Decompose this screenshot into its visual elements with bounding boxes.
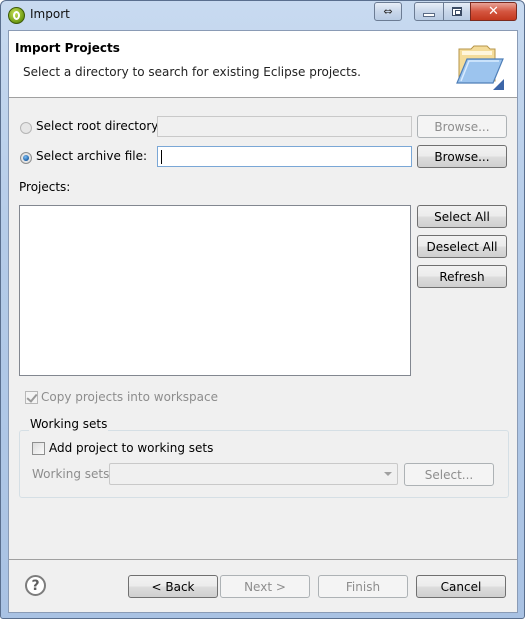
- projects-list[interactable]: [19, 205, 411, 376]
- next-button[interactable]: Next >: [220, 575, 310, 598]
- archive-file-label: Select archive file:: [36, 149, 148, 163]
- wizard-page-title: Import Projects: [15, 41, 120, 55]
- select-all-button[interactable]: Select All: [417, 205, 507, 228]
- archive-file-radio[interactable]: [20, 152, 32, 164]
- open-folder-icon: [456, 45, 504, 90]
- back-button[interactable]: < Back: [128, 575, 218, 598]
- close-icon: ✕: [488, 4, 499, 19]
- working-sets-field-label: Working sets:: [32, 467, 114, 481]
- deselect-all-button[interactable]: Deselect All: [417, 235, 507, 258]
- help-icon[interactable]: ?: [25, 575, 46, 596]
- chevron-down-icon: [384, 472, 392, 476]
- root-directory-label: Select root directory:: [36, 119, 162, 133]
- archive-file-browse-button[interactable]: Browse...: [417, 145, 507, 168]
- root-directory-radio[interactable]: [20, 122, 32, 134]
- wizard-banner: Import Projects Select a directory to se…: [9, 31, 517, 98]
- copy-into-workspace-checkbox[interactable]: [25, 391, 38, 404]
- finish-button[interactable]: Finish: [318, 575, 408, 598]
- copy-into-workspace-label: Copy projects into workspace: [41, 390, 219, 404]
- eclipse-app-icon: [8, 7, 25, 24]
- resize-button[interactable]: ⇔: [374, 2, 402, 21]
- refresh-button[interactable]: Refresh: [417, 265, 507, 288]
- close-button[interactable]: ✕: [470, 2, 517, 21]
- dialog-client-area: Import Projects Select a directory to se…: [8, 30, 518, 613]
- import-dialog-window: Import ⇔ ✕ Import Projects Select a dire…: [0, 0, 525, 619]
- working-sets-group-label: Working sets: [29, 417, 109, 431]
- cancel-button[interactable]: Cancel: [416, 575, 506, 598]
- archive-file-input[interactable]: [157, 146, 412, 167]
- window-title: Import: [30, 7, 70, 21]
- root-directory-input[interactable]: [157, 116, 412, 137]
- minimize-button[interactable]: [414, 2, 444, 21]
- minimize-icon: [423, 12, 435, 17]
- working-sets-combo[interactable]: [109, 463, 398, 485]
- working-sets-select-button[interactable]: Select...: [404, 463, 494, 486]
- wizard-page-description: Select a directory to search for existin…: [23, 65, 361, 79]
- maximize-button[interactable]: [443, 2, 471, 21]
- root-directory-browse-button[interactable]: Browse...: [417, 115, 507, 138]
- title-bar[interactable]: Import ⇔ ✕: [1, 1, 524, 30]
- footer-separator: [9, 559, 517, 560]
- text-caret: [161, 150, 162, 164]
- maximize-icon: [452, 7, 462, 16]
- resize-arrows-icon: ⇔: [383, 5, 393, 18]
- add-to-working-sets-checkbox[interactable]: [32, 442, 45, 455]
- add-to-working-sets-label: Add project to working sets: [49, 441, 214, 455]
- projects-label: Projects:: [19, 180, 71, 194]
